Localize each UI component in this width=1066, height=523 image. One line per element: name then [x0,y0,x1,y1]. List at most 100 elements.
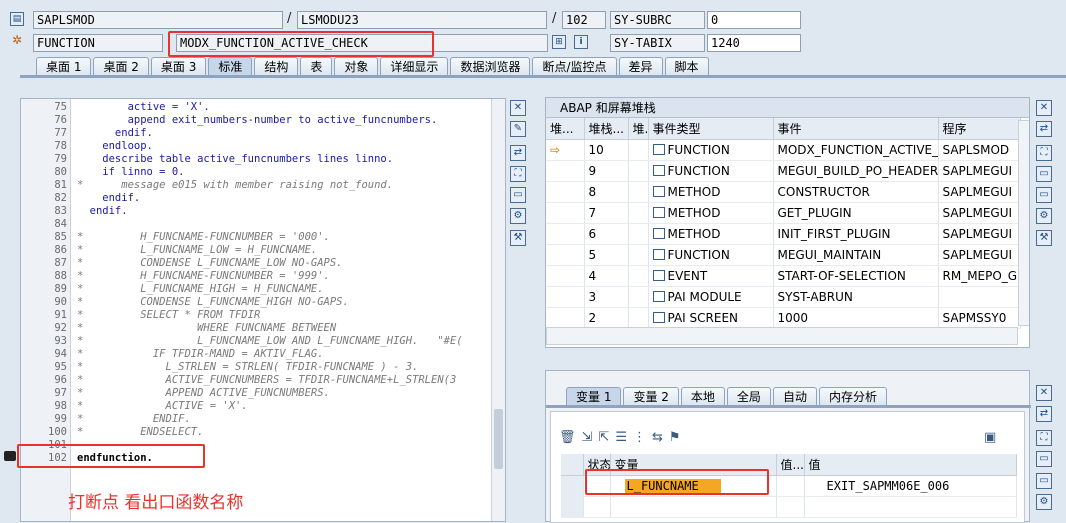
var-layout2-icon[interactable]: ▭ [1036,473,1052,489]
stack-header-2[interactable]: 堆. [628,118,649,140]
code-line[interactable]: 95 * L_STRLEN = STRLEN( TFDIR-FUNCNAME ) … [21,361,491,374]
program-field[interactable]: SAPLSMOD [33,11,283,29]
breakpoint-icon[interactable] [4,451,16,461]
stack-row[interactable]: 3 PAI MODULE SYST-ABRUN [546,286,1021,308]
code-line[interactable]: 75 active = 'X'. [21,101,491,114]
var-tab-5[interactable]: 内存分析 [818,387,887,406]
stack-maximize-icon[interactable]: ⛶ [1036,145,1052,161]
tab-8[interactable]: 数据浏览器 [450,57,531,76]
stack-vscroll[interactable] [1018,120,1029,326]
var-close-icon[interactable]: ✕ [1036,385,1052,401]
stack-tool-icon[interactable]: ⚒ [1036,230,1052,246]
code-line[interactable]: 98 * ACTIVE = 'X'. [21,400,491,413]
code-line[interactable]: 99 * ENDIF. [21,413,491,426]
code-line[interactable]: 92 * WHERE FUNCNAME BETWEEN [21,322,491,335]
swap-icon[interactable]: ⇄ [510,145,526,161]
code-line[interactable]: 91 * SELECT * FROM TFDIR [21,309,491,322]
value-header[interactable]: 值 [804,454,1017,476]
var-tab-1[interactable]: 变量 2 [623,387,679,406]
tab-3[interactable]: 标准 [208,57,253,76]
var-tab-0[interactable]: 变量 1 [566,387,622,406]
var-tab-3[interactable]: 全局 [726,387,771,406]
tool-icon[interactable]: ⚒ [510,230,526,246]
tab-1[interactable]: 桌面 2 [93,57,149,76]
code-line[interactable]: 85 * H_FUNCNAME-FUNCNUMBER = '000'. [21,231,491,244]
stack-row[interactable]: 4 EVENT START-OF-SELECTION RM_MEPO_GU [546,265,1021,287]
type-field[interactable]: FUNCTION [33,34,163,52]
tab-7[interactable]: 详细显示 [380,57,449,76]
export-icon[interactable]: ⇱ [598,430,609,445]
line-field[interactable]: 102 [562,11,606,29]
tab-10[interactable]: 差异 [618,57,663,76]
stack-row[interactable]: 2 PAI SCREEN 1000 SAPMSSY0 [546,307,1021,329]
maximize-icon[interactable]: ⛶ [510,166,526,182]
tabix-value[interactable]: 1240 [707,34,801,52]
service-icon[interactable]: ⚙ [510,208,526,224]
code-line[interactable]: 88 * H_FUNCNAME-FUNCNUMBER = '999'. [21,270,491,283]
code-line[interactable]: 76 append exit_numbers-number to active_… [21,114,491,127]
tab-11[interactable]: 脚本 [664,57,709,76]
code-line[interactable]: 86 * L_FUNCNAME_LOW = H_FUNCNAME. [21,244,491,257]
stack-row[interactable]: 9 FUNCTION MEGUI_BUILD_PO_HEADER_... SAPLME… [546,160,1021,182]
stack-hscroll[interactable] [546,327,1018,345]
var-maximize-icon[interactable]: ⛶ [1036,430,1052,446]
code-line[interactable]: 81 * message e015 with member raising not… [21,179,491,192]
stack-service-icon[interactable]: ⚙ [1036,208,1052,224]
display-icon[interactable]: ⊞ [552,35,566,49]
tab-4[interactable]: 结构 [254,57,299,76]
stack-layout-icon[interactable]: ▭ [1036,166,1052,182]
variable-value[interactable]: EXIT_SAPMM06E_006 [804,475,1017,497]
code-line[interactable]: 77 endif. [21,127,491,140]
stack-close-icon[interactable]: ✕ [1036,100,1052,116]
stack-row[interactable]: 6 METHOD INIT_FIRST_PLUGIN SAPLMEGUI [546,223,1021,245]
info-icon[interactable]: i [574,35,588,49]
stack-header-5[interactable]: 程序 [938,118,1021,140]
code-line[interactable]: 100 * ENDSELECT. [21,426,491,439]
flag-icon[interactable]: ⚑ [669,430,681,445]
stack-header-1[interactable]: 堆栈... [584,118,629,140]
stack-row[interactable]: 8 METHOD CONSTRUCTOR SAPLMEGUI [546,181,1021,203]
stack-row[interactable]: 7 METHOD GET_PLUGIN SAPLMEGUI [546,202,1021,224]
tab-5[interactable]: 表 [300,57,333,76]
var-service-icon[interactable]: ⚙ [1036,494,1052,510]
code-line[interactable]: 78 endloop. [21,140,491,153]
close-icon[interactable]: ✕ [510,100,526,116]
var-tab-2[interactable]: 本地 [680,387,725,406]
code-line[interactable]: 96 * ACTIVE_FUNCNUMBERS = TFDIR-FUNCNAME+… [21,374,491,387]
code-line[interactable]: 84 [21,218,491,231]
stack-swap-icon[interactable]: ⇄ [1036,121,1052,137]
import-icon[interactable]: ⇲ [582,430,593,445]
tab-0[interactable]: 桌面 1 [36,57,92,76]
code-line[interactable]: 80 if linno = 0. [21,166,491,179]
value-type-header[interactable]: 值... [776,454,805,476]
editor-scroll-thumb[interactable] [494,409,503,469]
layout-icon[interactable]: ▭ [510,187,526,203]
code-line[interactable]: 93 * L_FUNCNAME_LOW AND L_FUNCNAME_HIGH. … [21,335,491,348]
stack-row[interactable]: ⇨ 10 FUNCTION MODX_FUNCTION_ACTIVE_... SAPLS… [546,139,1021,161]
tab-2[interactable]: 桌面 3 [150,57,207,76]
stack-header-0[interactable]: 堆... [546,118,585,140]
editor-scrollbar[interactable] [491,99,505,521]
list-icon[interactable]: ☰ [615,430,627,445]
subrc-value[interactable]: 0 [707,11,801,29]
transfer-icon[interactable]: ⇆ [652,430,663,445]
new-tool-icon[interactable]: ✎ [510,121,526,137]
save-icon[interactable]: ▣ [984,430,996,445]
include-field[interactable]: LSMODU23 [297,11,547,29]
var-layout-icon[interactable]: ▭ [1036,451,1052,467]
code-line[interactable]: 79 describe table active_funcnumbers lin… [21,153,491,166]
tree-icon[interactable]: ⋮ [633,430,646,445]
var-swap-icon[interactable]: ⇄ [1036,406,1052,422]
stack-layout2-icon[interactable]: ▭ [1036,187,1052,203]
code-line[interactable]: 97 * APPEND ACTIVE_FUNCNUMBERS. [21,387,491,400]
code-line[interactable]: 89 * L_FUNCNAME_HIGH = H_FUNCNAME. [21,283,491,296]
delete-icon[interactable]: 🗑 [559,430,576,445]
stack-header-4[interactable]: 事件 [773,118,939,140]
var-tab-4[interactable]: 自动 [772,387,817,406]
row-selector[interactable] [561,475,584,497]
code-line[interactable]: 94 * IF TFDIR-MAND = AKTIV_FLAG. [21,348,491,361]
tab-9[interactable]: 断点/监控点 [532,57,617,76]
code-line[interactable]: 83 endif. [21,205,491,218]
stack-header-3[interactable]: 事件类型 [648,118,774,140]
code-line[interactable]: 82 endif. [21,192,491,205]
